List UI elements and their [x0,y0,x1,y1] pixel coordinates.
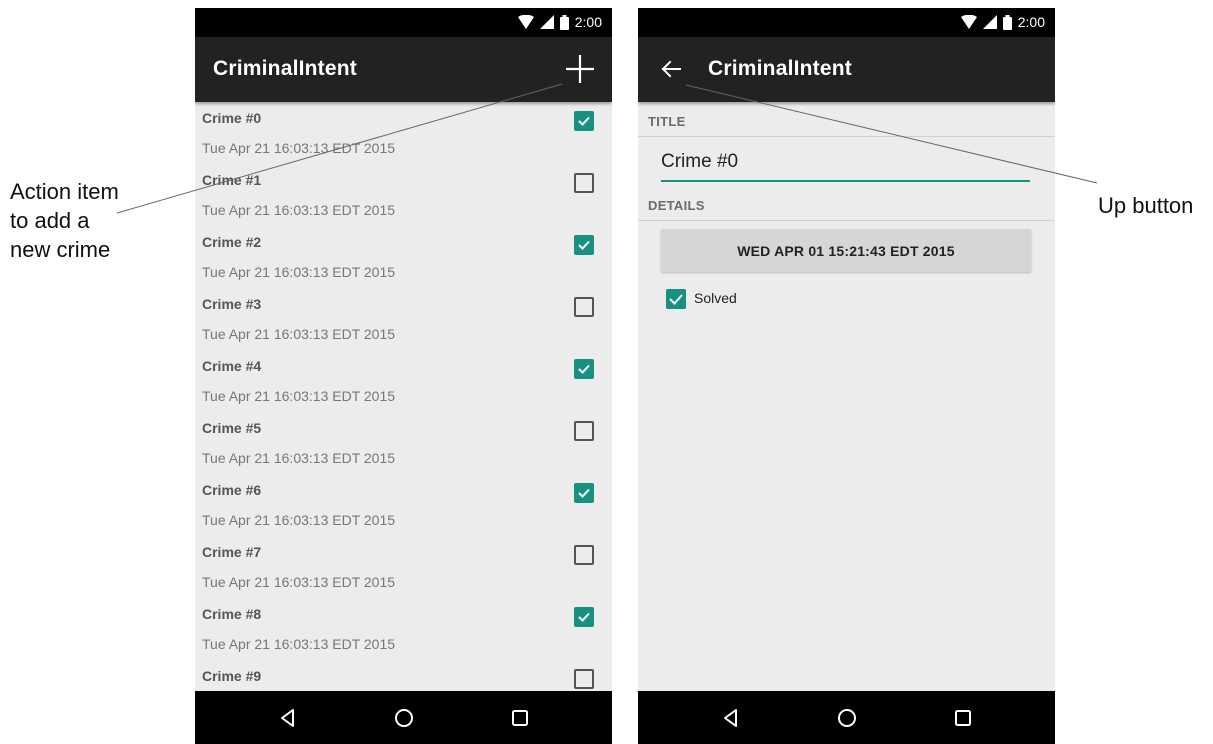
solved-label: Solved [694,290,737,306]
back-icon[interactable] [720,707,742,729]
list-item[interactable]: Crime #1 Tue Apr 21 16:03:13 EDT 2015 [195,164,612,226]
crime-title: Crime #9 [202,668,262,684]
solved-checkbox[interactable] [574,359,594,379]
back-icon[interactable] [277,707,299,729]
recents-icon[interactable] [952,707,974,729]
wifi-icon [960,15,977,29]
solved-checkbox[interactable] [574,111,594,131]
signal-icon [982,15,997,29]
date-button[interactable]: WED APR 01 15:21:43 EDT 2015 [661,229,1031,272]
details-section-label: DETAILS [648,198,705,213]
crime-date: Tue Apr 21 16:03:13 EDT 2015 [202,202,396,218]
battery-icon [1002,14,1012,30]
callout-line: Up button [1098,193,1194,218]
crime-date: Tue Apr 21 16:03:13 EDT 2015 [202,140,396,156]
crime-title: Crime #6 [202,482,262,498]
battery-icon [559,14,569,30]
crime-date: Tue Apr 21 16:03:13 EDT 2015 [202,512,396,528]
callout-line: new crime [10,237,111,262]
crime-date: Tue Apr 21 16:03:13 EDT 2015 [202,574,396,590]
crime-list-screen: 2:00 CriminalIntent Crime #0 Tue Apr 21 … [195,8,612,744]
solved-checkbox[interactable] [574,173,594,193]
crime-title: Crime #3 [202,296,262,312]
status-bar: 2:00 [195,8,612,37]
action-item-callout: Action item to add a new crime [10,177,119,264]
section-divider [638,136,1055,137]
crime-detail-screen: 2:00 CriminalIntent TITLE DETAILS WED AP… [638,8,1055,744]
crime-title: Crime #4 [202,358,262,374]
app-title: CriminalIntent [213,57,357,80]
crime-title: Crime #2 [202,234,262,250]
navigation-bar [195,691,612,744]
solved-checkbox[interactable] [574,297,594,317]
list-item[interactable]: Crime #7 Tue Apr 21 16:03:13 EDT 2015 [195,536,612,598]
crime-title: Crime #1 [202,172,262,188]
list-item[interactable]: Crime #9 [195,660,612,691]
section-divider [638,220,1055,221]
list-item[interactable]: Crime #0 Tue Apr 21 16:03:13 EDT 2015 [195,102,612,164]
home-icon[interactable] [836,707,858,729]
crime-title: Crime #0 [202,110,262,126]
status-bar: 2:00 [638,8,1055,37]
solved-checkbox[interactable] [574,483,594,503]
solved-checkbox[interactable] [666,289,686,309]
list-item[interactable]: Crime #4 Tue Apr 21 16:03:13 EDT 2015 [195,350,612,412]
crime-date: Tue Apr 21 16:03:13 EDT 2015 [202,636,396,652]
status-time: 2:00 [574,14,602,30]
app-bar: CriminalIntent [638,37,1055,102]
list-item[interactable]: Crime #6 Tue Apr 21 16:03:13 EDT 2015 [195,474,612,536]
crime-title: Crime #7 [202,544,262,560]
list-item[interactable]: Crime #5 Tue Apr 21 16:03:13 EDT 2015 [195,412,612,474]
status-time: 2:00 [1017,14,1045,30]
recents-icon[interactable] [509,707,531,729]
crime-date: Tue Apr 21 16:03:13 EDT 2015 [202,326,396,342]
up-button-callout: Up button [1098,191,1193,220]
crime-title: Crime #8 [202,606,262,622]
list-item[interactable]: Crime #8 Tue Apr 21 16:03:13 EDT 2015 [195,598,612,660]
arrow-left-icon[interactable] [658,56,684,82]
solved-checkbox[interactable] [574,607,594,627]
navigation-bar [638,691,1055,744]
solved-checkbox[interactable] [574,669,594,689]
title-section-label: TITLE [648,114,686,129]
crime-date: Tue Apr 21 16:03:13 EDT 2015 [202,264,396,280]
callout-line: to add a [10,208,90,233]
home-icon[interactable] [393,707,415,729]
wifi-icon [517,15,534,29]
solved-checkbox[interactable] [574,545,594,565]
signal-icon [539,15,554,29]
solved-checkbox[interactable] [574,421,594,441]
list-item[interactable]: Crime #2 Tue Apr 21 16:03:13 EDT 2015 [195,226,612,288]
crime-date: Tue Apr 21 16:03:13 EDT 2015 [202,450,396,466]
app-title: CriminalIntent [708,57,852,80]
callout-line: Action item [10,179,119,204]
app-bar: CriminalIntent [195,37,612,102]
plus-icon[interactable] [562,51,598,87]
list-item[interactable]: Crime #3 Tue Apr 21 16:03:13 EDT 2015 [195,288,612,350]
solved-checkbox[interactable] [574,235,594,255]
title-field[interactable] [661,144,1030,182]
crime-title: Crime #5 [202,420,262,436]
crime-date: Tue Apr 21 16:03:13 EDT 2015 [202,388,396,404]
crime-list: Crime #0 Tue Apr 21 16:03:13 EDT 2015 Cr… [195,102,612,691]
